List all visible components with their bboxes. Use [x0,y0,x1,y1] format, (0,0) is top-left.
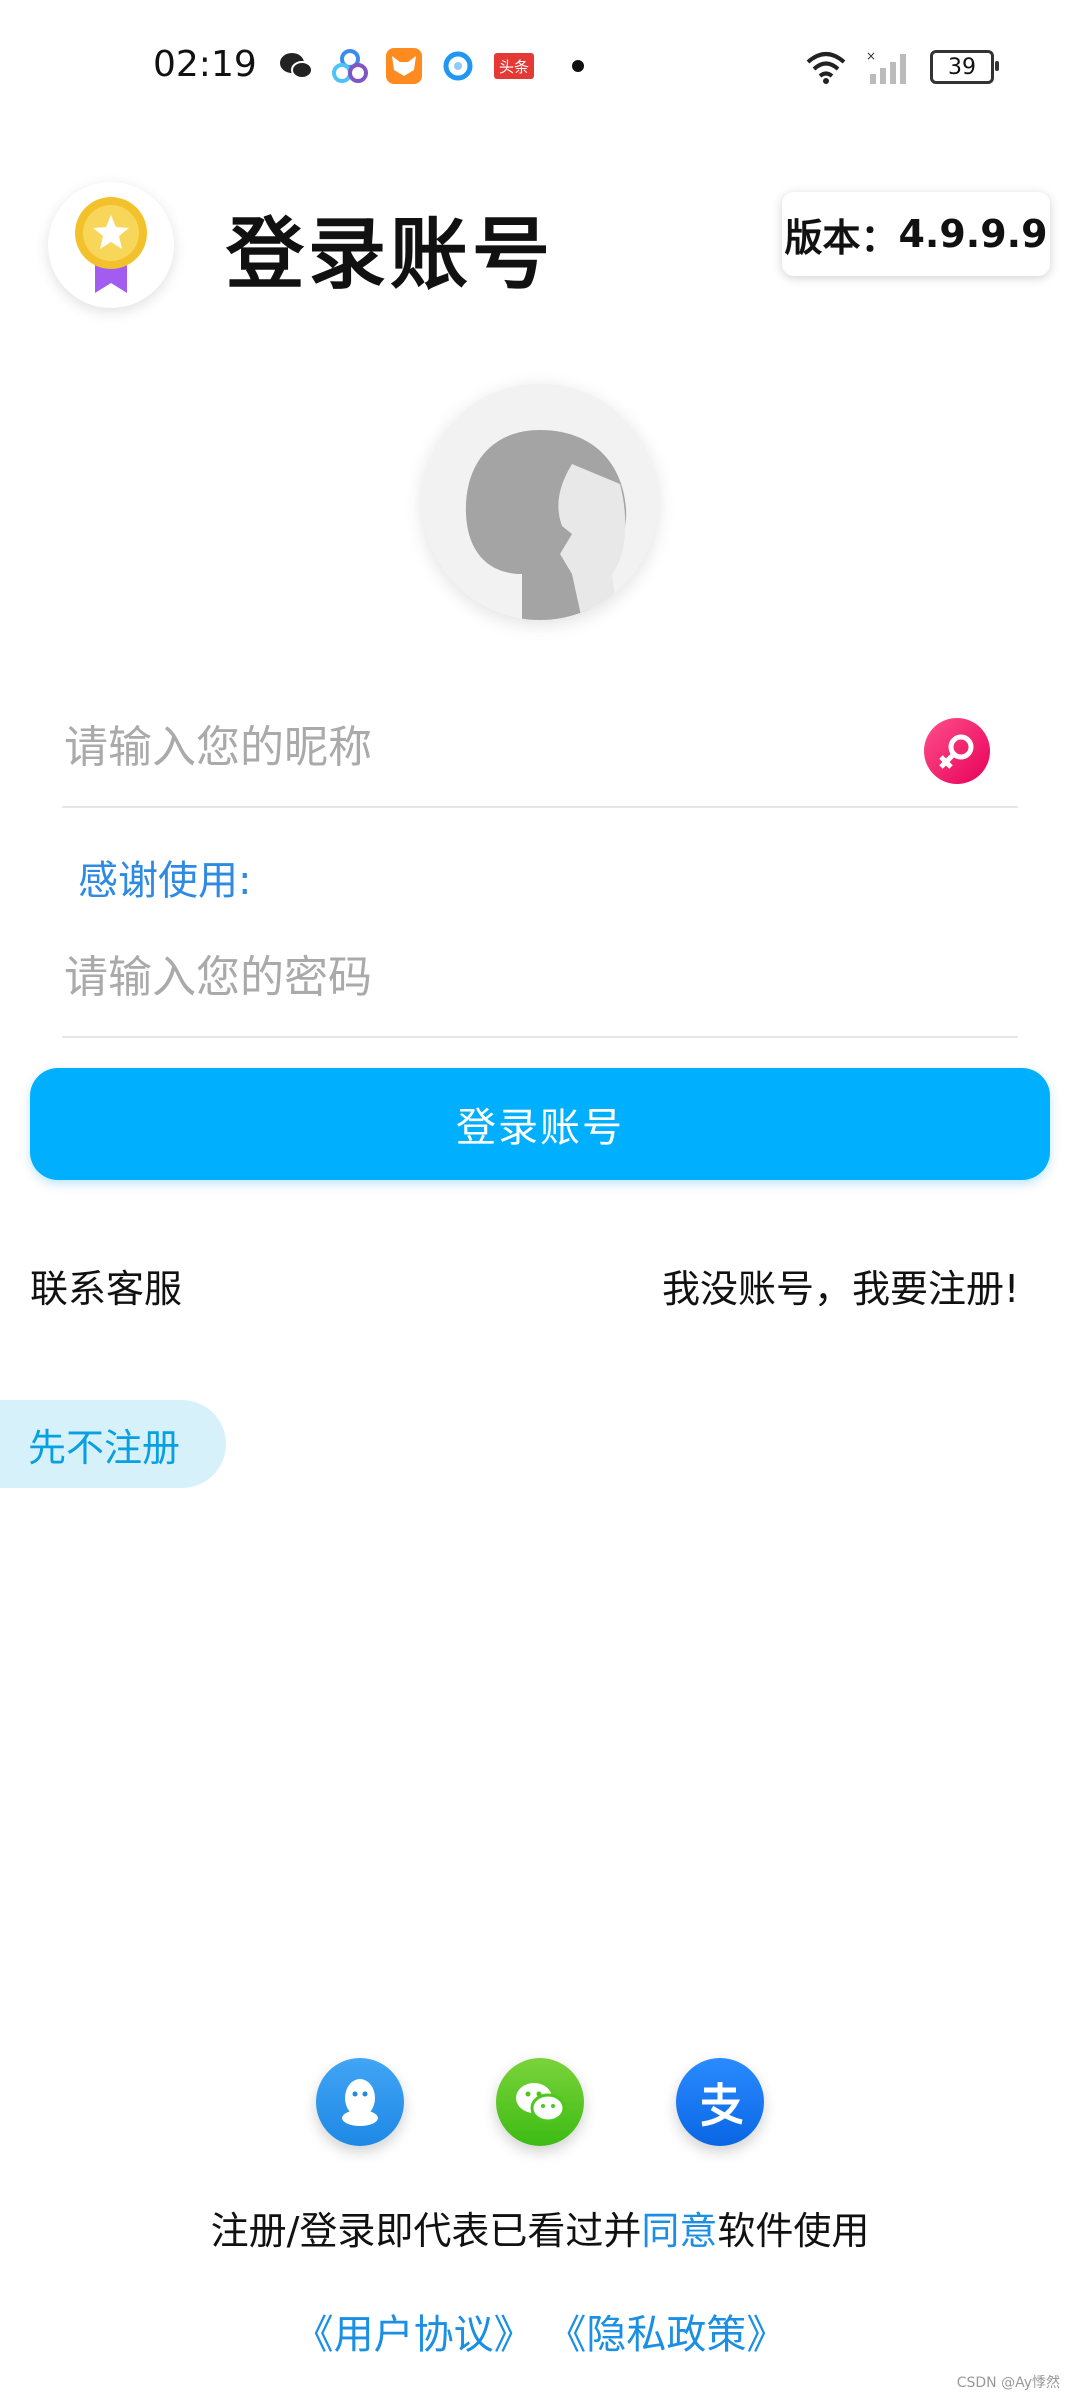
female-icon [939,734,974,769]
svg-text:×: × [866,50,876,63]
thanks-label: 感谢使用: [78,858,252,904]
qq-icon [342,2079,378,2126]
version-badge: 版本： 4.9.9.9 [782,192,1050,276]
toutiao-icon: 头条 [494,53,534,79]
medal-logo [48,182,174,308]
agreement-text: 注册/登录即代表已看过并同意软件使用 [0,2200,1080,2255]
skip-register-button[interactable]: 先不注册 [0,1400,226,1488]
qq-login-button[interactable] [316,2058,404,2146]
status-right-icons: × 39 [804,50,999,84]
fox-app-icon [386,48,422,84]
alipay-icon [701,2082,743,2127]
policy-links: 《用户协议》 《隐私政策》 [0,2302,1080,2360]
nickname-field-row [62,688,1018,808]
wechat-login-button[interactable] [496,2058,584,2146]
notification-dot-icon [572,60,584,72]
contact-support-link[interactable]: 联系客服 [30,1258,182,1313]
wechat-icon [516,2083,566,2123]
wechat-icon [278,48,314,84]
browser-icon [440,48,476,84]
signal-icon: × [866,50,906,84]
password-input[interactable] [62,950,906,1004]
agree-link[interactable]: 同意 [641,2209,717,2253]
agreement-prefix: 注册/登录即代表已看过并 [210,2209,642,2253]
wifi-icon [806,52,846,84]
alipay-login-button[interactable] [676,2058,764,2146]
page-title: 登录账号 [226,210,555,300]
version-label: 版本： [784,215,899,260]
battery-icon: 39 [930,50,999,84]
user-agreement-link[interactable]: 《用户协议》 [294,2312,534,2358]
login-button[interactable]: 登录账号 [30,1068,1050,1180]
medal-icon [75,197,147,293]
agreement-suffix: 软件使用 [717,2209,870,2253]
watermark: CSDN @Ay悸然 [956,2375,1060,2391]
avatar-woman-icon [422,384,658,620]
status-app-icons: 头条 [278,48,584,84]
version-value: 4.9.9.9 [898,212,1048,256]
gender-toggle-button[interactable] [924,718,990,784]
baidu-netdisk-icon [332,48,368,84]
register-link[interactable]: 我没账号，我要注册! [662,1258,1019,1313]
privacy-policy-link[interactable]: 《隐私政策》 [546,2312,786,2358]
status-time: 02:19 [153,44,257,85]
nickname-input[interactable] [62,720,906,774]
avatar[interactable] [422,384,658,620]
password-field-row [62,918,1018,1038]
